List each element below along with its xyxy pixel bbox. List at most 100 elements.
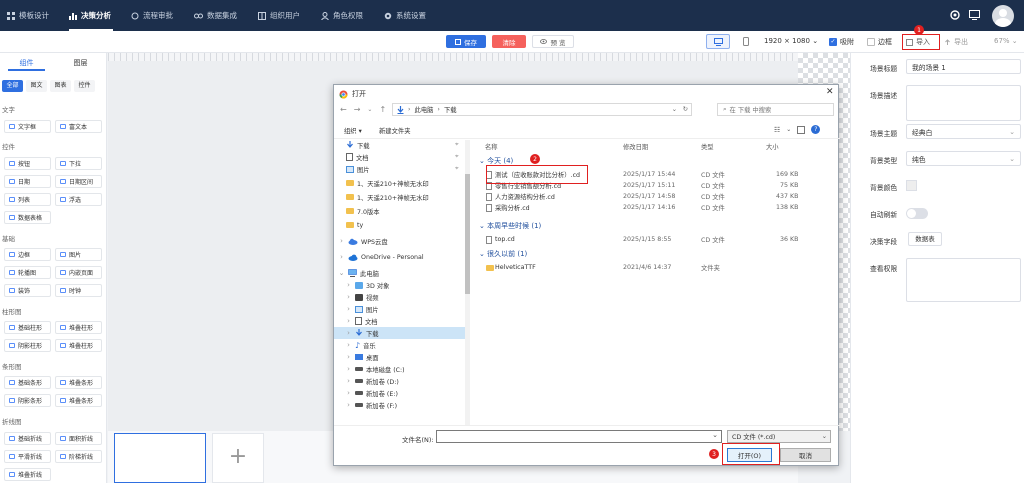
component-item[interactable]: 轮播图 [4, 266, 51, 279]
mobile-view-toggle[interactable] [737, 34, 755, 49]
nav-item-data-integration[interactable]: 数据集成 [194, 0, 237, 31]
tree-item[interactable]: › 桌面 [334, 351, 379, 363]
tree-item[interactable]: 1、天遥210+神帧无水印 [334, 177, 429, 189]
scene-description-textarea[interactable] [906, 85, 1021, 121]
component-item[interactable]: 图片 [55, 248, 102, 261]
component-item[interactable]: 富文本 [55, 120, 102, 133]
close-icon[interactable]: ✕ [826, 87, 834, 97]
view-list-icon[interactable]: ☷ [774, 126, 780, 134]
filter-control[interactable]: 控件 [74, 80, 95, 92]
group-header-long-ago[interactable]: ⌄ 很久以前 (1) [479, 249, 527, 259]
file-row[interactable]: 人力资源结构分析.cd 2025/1/17 14:58 CD 文件 437 KB [474, 191, 804, 202]
tree-item[interactable]: 文档 ⌖ [334, 151, 459, 163]
add-scene-button[interactable]: + [212, 433, 264, 483]
component-item[interactable]: 列表 [4, 193, 51, 206]
nav-item-system-settings[interactable]: 系统设置 [384, 0, 426, 31]
component-item[interactable]: 基础条形 [4, 376, 51, 389]
tree-item[interactable]: › 新加卷 (E:) [334, 387, 398, 399]
component-item[interactable]: 数据表格 [4, 211, 51, 224]
component-item[interactable]: 堆叠条形 [55, 394, 102, 407]
component-item[interactable]: 堆叠条形 [55, 376, 102, 389]
clear-button[interactable]: 清除 [492, 35, 526, 48]
component-item[interactable]: 按钮 [4, 157, 51, 170]
component-item[interactable]: 阴影条形 [4, 394, 51, 407]
component-item[interactable]: 面积折线 [55, 432, 102, 445]
tree-item[interactable]: ⌄ 此电脑 [334, 267, 379, 279]
filetype-select[interactable]: CD 文件 (*.cd) ⌄ [727, 430, 831, 443]
search-input[interactable]: ⌕ 在 下载 中搜索 [717, 103, 834, 116]
tree-item[interactable]: › 文档 [334, 315, 378, 327]
preview-button[interactable]: 预 览 [532, 35, 574, 48]
resolution-select[interactable]: 1920 × 1080 ⌄ [764, 37, 818, 45]
forward-arrow-icon[interactable]: → [354, 105, 361, 115]
tree-item[interactable]: › 新加卷 (D:) [334, 375, 399, 387]
component-item[interactable]: 下拉 [55, 157, 102, 170]
tab-layers[interactable]: 图层 [54, 58, 107, 68]
column-date[interactable]: 修改日期 [623, 142, 648, 151]
folder-row[interactable]: HelveticaTTF 2021/4/6 14:37 文件夹 [474, 262, 804, 273]
help-icon[interactable]: ? [811, 125, 821, 134]
navigation-scrollbar[interactable] [465, 140, 470, 425]
zoom-select[interactable]: 67% ⌄ [994, 37, 1018, 45]
component-item[interactable]: 平滑折线 [4, 450, 51, 463]
component-item[interactable]: 基础折线 [4, 432, 51, 445]
settings-icon[interactable] [950, 10, 960, 20]
up-arrow-icon[interactable]: ↑ [379, 105, 386, 115]
nav-item-template-design[interactable]: 模板设计 [7, 0, 49, 31]
component-item[interactable]: 基础柱形 [4, 321, 51, 334]
tree-item[interactable]: › 图片 [334, 303, 379, 315]
nav-item-decision-analysis[interactable]: 决策分析 [69, 0, 113, 31]
tree-item[interactable]: › OneDrive - Personal [334, 251, 424, 263]
component-item[interactable]: 装饰 [4, 284, 51, 297]
monitor-icon[interactable] [969, 10, 980, 20]
auto-refresh-toggle[interactable] [906, 208, 928, 219]
tab-components[interactable]: 组件 [0, 58, 53, 68]
component-item[interactable]: 内嵌页面 [55, 266, 102, 279]
file-row[interactable]: 采购分析.cd 2025/1/17 14:16 CD 文件 138 KB [474, 202, 804, 213]
tree-item[interactable]: ty [334, 219, 363, 231]
breadcrumb-pc[interactable]: 此电脑 [415, 105, 434, 114]
component-item[interactable]: 堆叠柱形 [55, 321, 102, 334]
back-arrow-icon[interactable]: ← [340, 105, 347, 115]
tree-item[interactable]: › 3D 对象 [334, 279, 389, 291]
component-item[interactable]: 时钟 [55, 284, 102, 297]
component-item[interactable]: 浮选 [55, 193, 102, 206]
column-size[interactable]: 大小 [766, 142, 779, 151]
tree-item-selected[interactable]: › 下载 [334, 327, 469, 339]
nav-item-role-permissions[interactable]: 角色权限 [321, 0, 363, 31]
address-bar[interactable]: › 此电脑 › 下载 ⌄ ↻ [392, 103, 692, 116]
refresh-icon[interactable]: ↻ [683, 106, 688, 113]
chevron-down-icon[interactable]: ⌄ [786, 126, 791, 133]
new-folder-button[interactable]: 新建文件夹 [379, 126, 410, 135]
column-type[interactable]: 类型 [701, 142, 714, 151]
tree-item[interactable]: › WPS云盘 [334, 235, 388, 247]
scene-theme-select[interactable]: 经典白 ⌄ [906, 124, 1021, 139]
scene-title-input[interactable]: 我的场景 1 [906, 59, 1021, 74]
snap-checkbox[interactable]: ✓ 吸附 [829, 37, 854, 47]
background-type-select[interactable]: 纯色 ⌄ [906, 151, 1021, 166]
decision-field-button[interactable]: 数据表 [908, 232, 942, 246]
breadcrumb-downloads[interactable]: 下载 [444, 105, 457, 114]
filter-graphic[interactable]: 图文 [26, 80, 47, 92]
save-button[interactable]: 保存 [446, 35, 486, 48]
nav-item-org-users[interactable]: 组织用户 [258, 0, 300, 31]
group-header-this-week[interactable]: ⌄ 本周早些时候 (1) [479, 221, 541, 231]
desktop-view-toggle[interactable] [706, 34, 730, 49]
border-checkbox[interactable]: 边框 [867, 37, 892, 47]
tree-item[interactable]: 下载 ⌖ [334, 139, 459, 151]
filter-all[interactable]: 全部 [2, 80, 23, 92]
file-row[interactable]: top.cd 2025/1/15 8:55 CD 文件 36 KB [474, 234, 804, 245]
component-item[interactable]: 文字框 [4, 120, 51, 133]
tree-item[interactable]: › 新加卷 (F:) [334, 399, 397, 411]
background-color-picker[interactable] [906, 180, 917, 191]
filename-input[interactable]: ⌄ [436, 430, 722, 443]
export-button[interactable]: 导出 [944, 37, 968, 47]
view-permission-textarea[interactable] [906, 258, 1021, 302]
tree-item[interactable]: › ♪ 音乐 [334, 339, 376, 351]
tree-item[interactable]: 7.0版本 [334, 205, 380, 217]
nav-item-process-approval[interactable]: 流程审批 [131, 0, 173, 31]
chevron-down-icon[interactable]: ⌄ [367, 105, 372, 115]
column-name[interactable]: 名称 [485, 142, 498, 151]
organize-menu[interactable]: 组织 ▾ [344, 126, 362, 135]
component-item[interactable]: 阶梯折线 [55, 450, 102, 463]
